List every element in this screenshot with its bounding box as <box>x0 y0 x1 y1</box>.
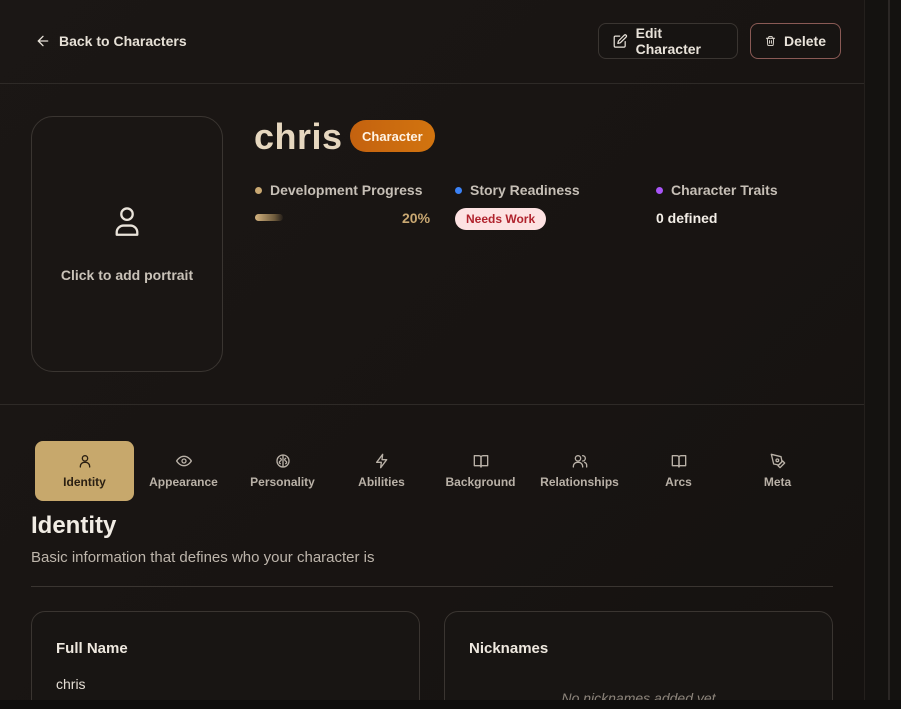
full-name-value: chris <box>56 676 86 692</box>
nicknames-card[interactable]: Nicknames No nicknames added yet <box>444 611 833 709</box>
eye-icon <box>175 455 192 467</box>
tab-relationships[interactable]: Relationships <box>530 441 629 501</box>
lightning-icon <box>375 453 387 469</box>
tab-label: Meta <box>763 475 792 489</box>
section-title: Identity <box>31 512 117 539</box>
arrow-left-icon <box>37 35 49 47</box>
status-dot <box>656 186 663 194</box>
tab-label: Relationships <box>540 475 619 489</box>
delete-button[interactable]: Delete <box>750 23 841 59</box>
book-icon <box>473 455 488 468</box>
tab-identity[interactable]: Identity <box>35 441 134 501</box>
back-link-label: Back to Characters <box>59 33 187 49</box>
tab-label: Abilities <box>358 475 405 489</box>
brain-icon <box>275 454 290 468</box>
book-open-icon <box>671 455 686 468</box>
user-icon <box>79 455 90 468</box>
section-tabs: Identity Appearance Personality Abilitie… <box>35 441 827 501</box>
nicknames-title: Nicknames <box>469 640 549 657</box>
tab-label: Appearance <box>149 475 218 489</box>
bottom-edge <box>0 700 901 709</box>
development-progress-text: Development Progress <box>270 182 423 198</box>
full-name-card[interactable]: Full Name chris <box>31 611 420 709</box>
edit-icon <box>613 34 628 48</box>
top-bar: Back to Characters Edit Character Delete <box>0 0 864 84</box>
section-divider <box>31 586 833 587</box>
main-panel: Back to Characters Edit Character Delete… <box>0 0 864 709</box>
tab-abilities[interactable]: Abilities <box>332 441 431 501</box>
portrait-upload[interactable]: Click to add portrait <box>31 116 223 372</box>
status-dot <box>255 186 262 194</box>
edit-character-button[interactable]: Edit Character <box>598 23 738 59</box>
user-icon <box>115 207 139 236</box>
story-readiness-text: Story Readiness <box>470 182 580 198</box>
edit-button-label: Edit Character <box>635 25 701 57</box>
tab-appearance[interactable]: Appearance <box>134 441 233 501</box>
tab-label: Background <box>445 475 516 489</box>
character-traits-label: Character Traits <box>656 182 778 198</box>
tab-label: Arcs <box>665 475 692 489</box>
full-name-title: Full Name <box>56 640 128 657</box>
users-icon <box>572 455 587 468</box>
character-type-badge: Character <box>350 120 435 152</box>
back-to-characters-link[interactable]: Back to Characters <box>35 30 187 52</box>
story-readiness-badge: Needs Work <box>455 208 547 230</box>
section-description: Basic information that defines who your … <box>31 549 375 566</box>
scrollbar-divider <box>888 0 890 700</box>
delete-button-label: Delete <box>783 33 826 49</box>
tab-arcs[interactable]: Arcs <box>629 441 728 501</box>
tab-label: Identity <box>63 475 106 489</box>
development-progress-fill <box>255 214 283 221</box>
status-dot <box>455 186 462 194</box>
story-readiness-label: Story Readiness <box>455 182 580 198</box>
character-traits-text: Character Traits <box>671 182 778 198</box>
tab-meta[interactable]: Meta <box>728 441 827 501</box>
pen-tool-icon <box>770 453 785 469</box>
tab-background[interactable]: Background <box>431 441 530 501</box>
tab-personality[interactable]: Personality <box>233 441 332 501</box>
character-header: Click to add portrait chris Character De… <box>0 84 864 405</box>
character-name: chris <box>254 116 343 157</box>
portrait-label: Click to add portrait <box>60 267 194 283</box>
tab-label: Personality <box>250 475 315 489</box>
scrollbar-track[interactable] <box>864 0 901 709</box>
development-progress-label: Development Progress <box>255 182 423 198</box>
development-progress-value: 20% <box>402 210 431 226</box>
character-traits-value: 0 defined <box>656 210 718 226</box>
trash-icon <box>765 35 776 47</box>
development-progress-bar <box>255 214 395 221</box>
